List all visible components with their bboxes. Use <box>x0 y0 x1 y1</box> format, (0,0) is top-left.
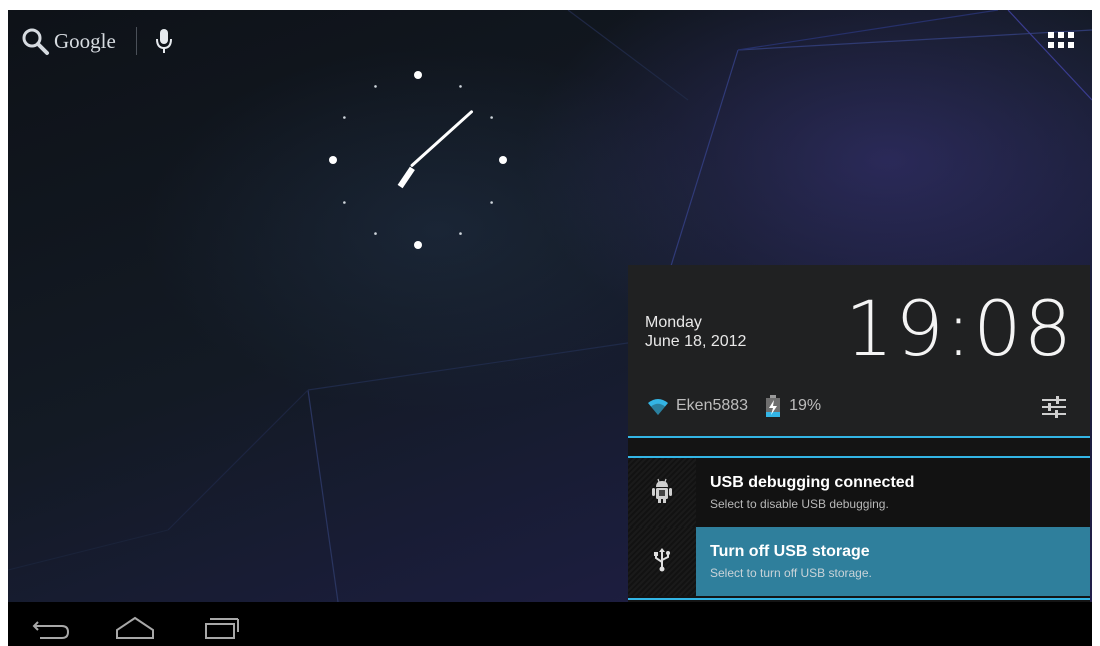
notification-icon-box <box>628 527 696 596</box>
notification-text: Select to turn off USB storage. <box>710 566 872 580</box>
android-debug-icon <box>652 478 672 503</box>
notification-body[interactable]: USB debugging connected Select to disabl… <box>696 458 1090 527</box>
notification-icon-box <box>628 458 696 527</box>
apps-grid-icon[interactable] <box>1048 30 1074 54</box>
clock-minor-tick <box>343 201 346 204</box>
quick-settings-icon[interactable] <box>1040 393 1068 421</box>
clock-minor-tick <box>490 116 493 119</box>
notification-usb-debugging[interactable]: USB debugging connected Select to disabl… <box>628 456 1090 527</box>
day-label: Monday <box>645 314 702 331</box>
google-search-bar[interactable]: Google <box>20 24 175 58</box>
clock-major-tick <box>414 71 422 79</box>
notification-title: Turn off USB storage <box>710 543 870 560</box>
battery-percentage: 19% <box>789 397 822 414</box>
clock-major-tick <box>329 156 337 164</box>
notification-panel: Monday June 18, 2012 19:08 Eken5883 19% <box>628 265 1090 602</box>
clock-minor-tick <box>459 85 462 88</box>
clock-minor-tick <box>374 232 377 235</box>
navigation-bar <box>8 602 1092 646</box>
search-icon[interactable] <box>20 26 50 56</box>
notification-header: Monday June 18, 2012 19:08 Eken5883 19% <box>628 265 1090 438</box>
digital-clock: 19:08 <box>844 284 1074 373</box>
search-divider <box>135 27 137 55</box>
home-screen: Google Monday June 18, 2012 19:08 Eken58… <box>8 10 1092 646</box>
clock-hour-hand <box>397 166 415 189</box>
notification-title: USB debugging connected <box>710 474 915 491</box>
clock-minor-tick <box>343 116 346 119</box>
analog-clock-widget[interactable] <box>318 60 518 260</box>
clock-minor-tick <box>459 232 462 235</box>
status-row: Eken5883 19% <box>645 393 821 419</box>
notification-usb-storage[interactable]: Turn off USB storage Select to turn off … <box>628 527 1090 596</box>
notification-body[interactable]: Turn off USB storage Select to turn off … <box>696 527 1090 596</box>
wifi-network-name: Eken5883 <box>676 397 749 414</box>
date-label: June 18, 2012 <box>645 333 747 350</box>
mic-icon[interactable] <box>153 26 175 56</box>
recent-apps-icon[interactable] <box>196 608 246 640</box>
home-icon[interactable] <box>111 608 161 640</box>
battery-charging-icon <box>766 395 781 417</box>
notification-bottom-divider <box>628 598 1090 600</box>
clock-minute-hand <box>410 110 474 167</box>
google-label[interactable]: Google <box>54 29 116 54</box>
wifi-icon <box>648 399 668 415</box>
clock-minor-tick <box>374 85 377 88</box>
usb-icon <box>654 548 670 572</box>
clock-minor-tick <box>490 201 493 204</box>
clock-major-tick <box>414 241 422 249</box>
notification-text: Select to disable USB debugging. <box>710 497 889 511</box>
back-icon[interactable] <box>26 608 76 640</box>
clock-major-tick <box>499 156 507 164</box>
